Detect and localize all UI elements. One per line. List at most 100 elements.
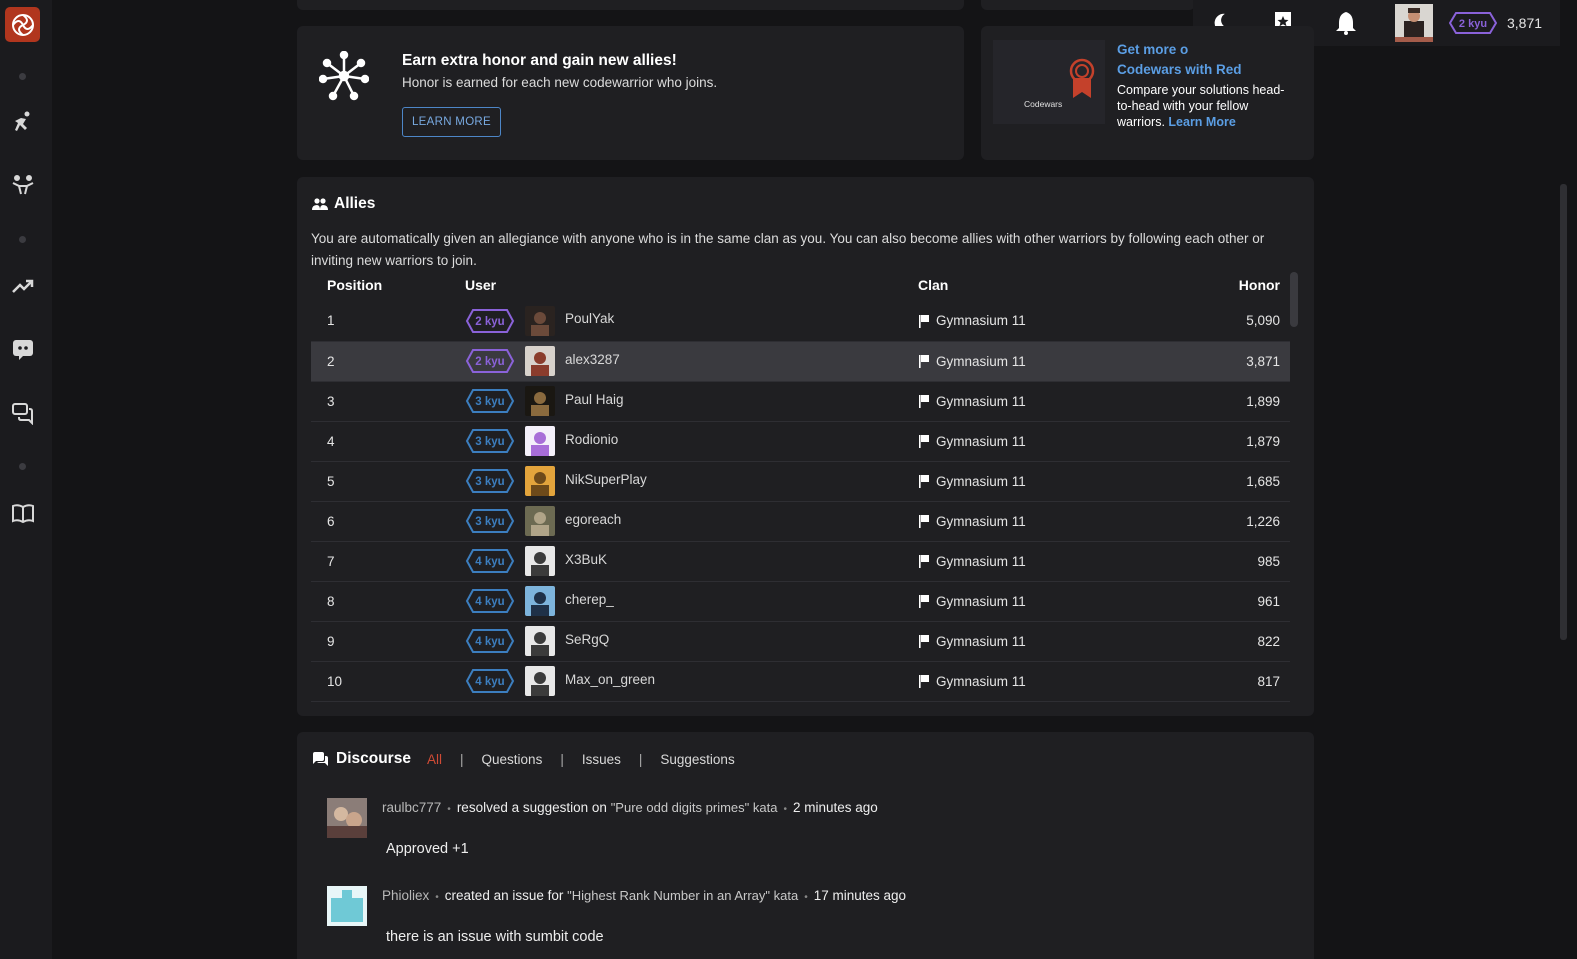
post-avatar[interactable]	[327, 886, 367, 926]
user-avatar	[525, 586, 555, 616]
post-avatar[interactable]	[327, 798, 367, 838]
tab-suggestions[interactable]: Suggestions	[660, 752, 734, 767]
user-link[interactable]: cherep_	[525, 586, 918, 616]
username: Paul Haig	[565, 391, 624, 407]
clan-name: Gymnasium 11	[936, 633, 1026, 649]
table-row[interactable]: 3 3 kyu Paul Haig Gymnasium 11 1,899	[311, 381, 1290, 422]
user-link[interactable]: alex3287	[525, 346, 918, 376]
user-avatar[interactable]	[1395, 4, 1433, 42]
table-row[interactable]: 2 2 kyu alex3287 Gymnasium 11 3,871	[311, 341, 1290, 382]
username: egoreach	[565, 511, 622, 527]
allies-card: Allies You are automatically given an al…	[297, 177, 1314, 716]
discussion-icon[interactable]	[11, 401, 35, 425]
rank-badge: 4 kyu	[465, 629, 515, 653]
training-icon[interactable]	[11, 110, 35, 134]
clan-cell: Gymnasium 11	[918, 541, 1180, 582]
table-row[interactable]: 4 3 kyu Rodionio Gymnasium 11 1,879	[311, 421, 1290, 462]
post-user-link[interactable]: raulbc777	[382, 800, 441, 815]
honor-promo-title: Earn extra honor and gain new allies!	[402, 52, 677, 69]
discord-icon[interactable]	[11, 337, 35, 361]
clan-name: Gymnasium 11	[936, 673, 1026, 689]
flag-icon	[919, 635, 929, 648]
honor-cell: 1,879	[1180, 421, 1290, 462]
ribbon-icon	[1069, 58, 1095, 98]
practice-icon[interactable]	[11, 174, 35, 198]
user-link[interactable]: SeRgQ	[525, 626, 918, 656]
user-link[interactable]: Max_on_green	[525, 666, 918, 696]
red-logo-text: Codewars	[1024, 99, 1063, 109]
table-row[interactable]: 9 4 kyu SeRgQ Gymnasium 11 822	[311, 621, 1290, 662]
user-avatar	[525, 346, 555, 376]
user-link[interactable]: NikSuperPlay	[525, 466, 918, 496]
sidebar-divider-dot	[19, 236, 26, 243]
table-row[interactable]: 8 4 kyu cherep_ Gymnasium 11 961	[311, 581, 1290, 622]
bell-icon[interactable]	[1334, 11, 1358, 35]
column-header-honor[interactable]: Honor	[1180, 277, 1290, 301]
rank-cell: 4 kyu	[465, 541, 525, 582]
username: X3BuK	[565, 551, 608, 567]
post-user-link[interactable]: Phioliex	[382, 888, 429, 903]
comments-icon	[313, 752, 328, 766]
tab-all[interactable]: All	[427, 752, 442, 767]
table-row[interactable]: 1 2 kyu PoulYak Gymnasium 11 5,090	[311, 301, 1290, 342]
flag-icon	[919, 435, 929, 448]
honor-cell: 961	[1180, 581, 1290, 622]
sidebar	[0, 0, 52, 959]
svg-text:3 kyu: 3 kyu	[475, 436, 504, 448]
username: PoulYak	[565, 311, 615, 327]
position-cell: 8	[311, 581, 465, 622]
post-kata-link[interactable]: "Pure odd digits primes" kata	[611, 800, 778, 815]
allies-table: Position User Clan Honor 1 2 kyu PoulYak Gy…	[311, 277, 1290, 702]
user-link[interactable]: Rodionio	[525, 426, 918, 456]
column-header-spacer	[525, 277, 918, 301]
user-avatar	[525, 626, 555, 656]
column-header-clan[interactable]: Clan	[918, 277, 1180, 301]
rank-badge: 3 kyu	[465, 429, 515, 453]
flag-icon	[919, 555, 929, 568]
honor-cell: 1,685	[1180, 461, 1290, 502]
user-link[interactable]: X3BuK	[525, 546, 918, 576]
sidebar-divider-dot	[19, 463, 26, 470]
table-row[interactable]: 6 3 kyu egoreach Gymnasium 11 1,226	[311, 501, 1290, 542]
clan-name: Gymnasium 11	[936, 433, 1026, 449]
honor-count: 3,871	[1507, 15, 1543, 31]
user-link[interactable]: PoulYak	[525, 305, 918, 336]
rank-badge: 3 kyu	[465, 389, 515, 413]
honor-cell: 822	[1180, 621, 1290, 662]
table-scrollbar[interactable]	[1290, 272, 1298, 327]
post-meta: raulbc777 • resolved a suggestion on "Pure…	[382, 800, 878, 815]
user-link[interactable]: Paul Haig	[525, 386, 918, 416]
discourse-tabs: All | Questions | Issues | Suggestions	[427, 752, 735, 767]
flag-icon	[919, 355, 929, 368]
column-header-position[interactable]: Position	[311, 277, 465, 301]
table-row[interactable]: 7 4 kyu X3BuK Gymnasium 11 985	[311, 541, 1290, 582]
red-promo-title[interactable]: Get more o Codewars with Red	[1117, 40, 1307, 80]
table-row[interactable]: 10 4 kyu Max_on_green Gymnasium 11 817	[311, 661, 1290, 702]
post-body: Approved +1	[386, 841, 469, 857]
red-learn-more-link[interactable]: Learn More	[1168, 115, 1235, 129]
red-promo-description: Compare your solutions head-to-head with…	[1117, 82, 1297, 130]
position-cell: 7	[311, 541, 465, 582]
table-row[interactable]: 5 3 kyu NikSuperPlay Gymnasium 11 1,685	[311, 461, 1290, 502]
rank-cell: 2 kyu	[465, 301, 525, 342]
user-link[interactable]: egoreach	[525, 506, 918, 536]
leaderboards-icon[interactable]	[11, 274, 35, 298]
user-avatar	[525, 305, 555, 336]
user-avatar	[525, 546, 555, 576]
network-icon	[319, 51, 369, 101]
red-promo-card: Codewars Get more o Codewars with Red Co…	[981, 26, 1314, 160]
codewars-logo[interactable]	[5, 7, 40, 42]
post-kata-link[interactable]: "Highest Rank Number in an Array" kata	[567, 888, 798, 903]
page-scrollbar[interactable]	[1560, 184, 1567, 640]
docs-icon[interactable]	[11, 501, 35, 525]
tab-issues[interactable]: Issues	[582, 752, 621, 767]
user-avatar	[525, 506, 555, 536]
learn-more-button[interactable]: LEARN MORE	[402, 107, 501, 137]
clan-cell: Gymnasium 11	[918, 421, 1180, 462]
allies-header: Allies	[312, 195, 375, 213]
sidebar-divider-dot	[19, 73, 26, 80]
clan-name: Gymnasium 11	[936, 393, 1026, 409]
honor-promo-card: Earn extra honor and gain new allies! Ho…	[297, 26, 964, 160]
column-header-user[interactable]: User	[465, 277, 525, 301]
tab-questions[interactable]: Questions	[482, 752, 543, 767]
